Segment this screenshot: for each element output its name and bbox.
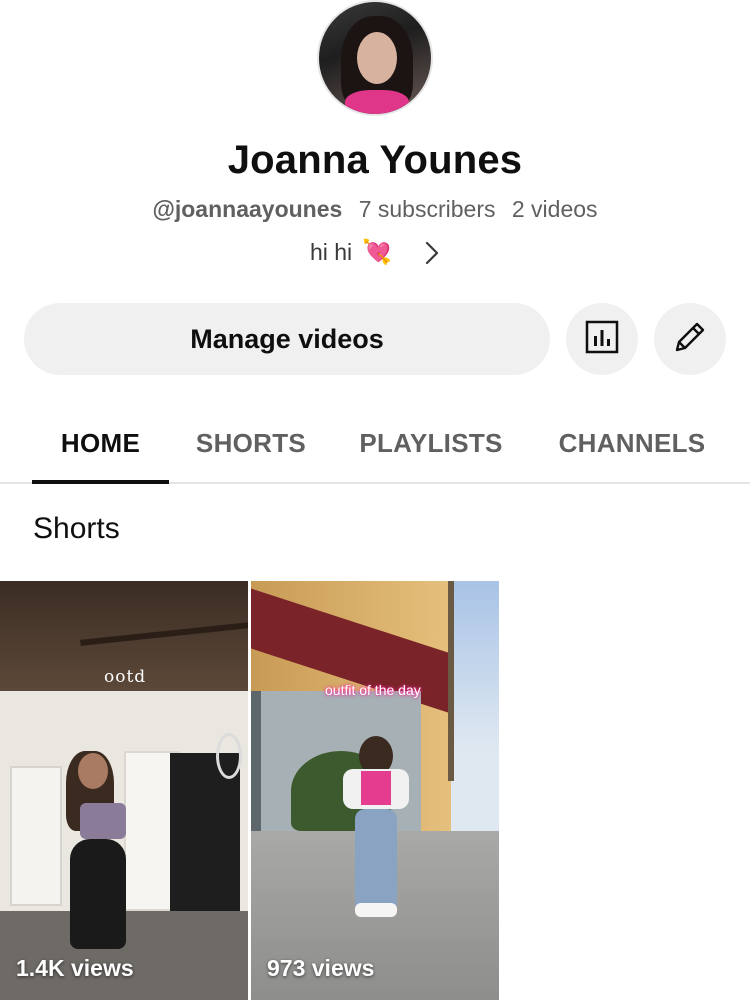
edit-channel-button[interactable] [654,303,726,375]
short-views: 973 views [267,955,375,981]
manage-videos-button[interactable]: Manage videos [24,303,550,375]
channel-meta: @joannaayounes 7 subscribers 2 videos [0,196,750,223]
subscriber-count: 7 subscribers [358,196,496,222]
pencil-icon [671,318,709,361]
tab-shorts[interactable]: SHORTS [182,404,320,482]
scene-palm [448,581,454,781]
short-thumbnail[interactable]: ootd 1.4K views [0,581,248,1000]
heart-emoji: 💘 [362,239,393,266]
channel-handle: @joannaayounes [152,196,343,222]
scene-mirror [216,733,242,779]
tab-home[interactable]: HOME [32,404,169,484]
channel-avatar[interactable] [317,0,433,116]
channel-name: Joanna Younes [227,138,523,182]
channel-tabs: HOME SHORTS PLAYLISTS CHANNELS [0,404,750,484]
short-overlay-text: outfit of the day [325,682,421,698]
tab-playlists[interactable]: PLAYLISTS [345,404,517,482]
chevron-right-icon[interactable] [424,240,440,266]
shorts-section-title: Shorts [33,512,120,545]
description-text: hi hi [309,239,353,265]
shorts-grid: ootd 1.4K views outfit of the day 973 vi… [0,581,750,1000]
short-views: 1.4K views [16,955,134,981]
scene-door [10,766,62,906]
short-thumbnail[interactable]: outfit of the day 973 views [251,581,499,1000]
avatar-top [345,90,409,114]
short-overlay-text: ootd [104,667,147,687]
avatar-face [357,32,397,84]
video-count: 2 videos [511,196,598,222]
analytics-icon [584,319,620,360]
channel-description[interactable]: hi hi 💘 [0,238,750,267]
analytics-button[interactable] [566,303,638,375]
tab-channels[interactable]: CHANNELS [543,404,721,482]
